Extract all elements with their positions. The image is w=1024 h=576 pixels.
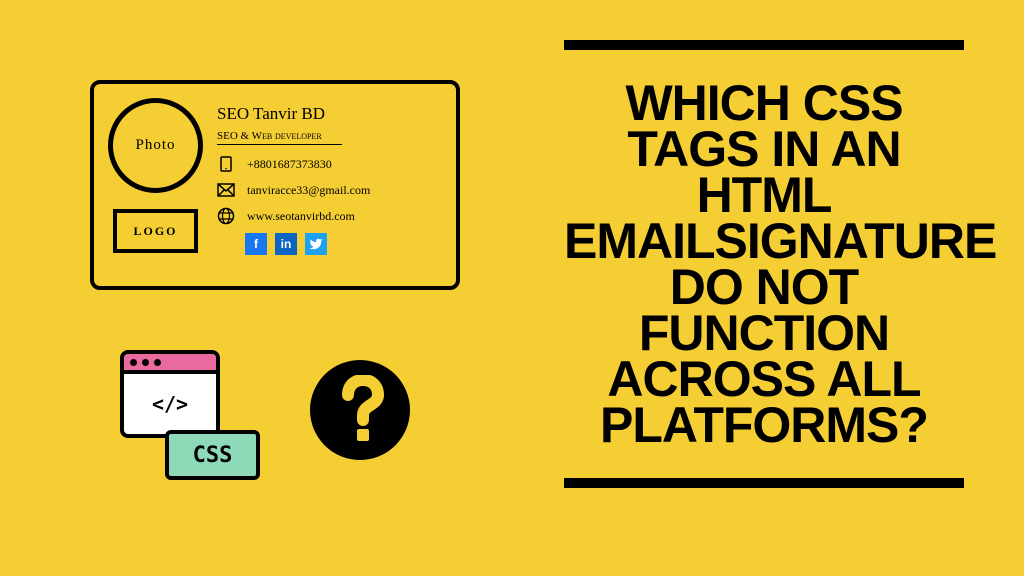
css-illustration: </> CSS [120,350,260,480]
card-right-column: SEO Tanvir BD SEO & Web developer +88016… [217,98,442,272]
photo-placeholder: Photo [108,98,203,193]
social-row: f in [245,233,442,255]
logo-label: LOGO [133,224,177,239]
window-dot-icon [130,359,137,366]
code-window: </> [120,350,220,438]
facebook-icon: f [245,233,267,255]
window-titlebar [124,354,216,374]
contact-role: SEO & Web developer [217,130,342,145]
globe-icon [217,207,235,225]
phone-icon [217,155,235,173]
email-text: tanviracce33@gmail.com [247,183,370,198]
website-text: www.seotanvirbd.com [247,209,355,224]
email-icon [217,181,235,199]
contact-name: SEO Tanvir BD [217,104,442,124]
window-dot-icon [154,359,161,366]
code-tag-label: </> [124,374,216,434]
window-dot-icon [142,359,149,366]
linkedin-icon: in [275,233,297,255]
card-left-column: Photo LOGO [108,98,203,272]
bottom-divider [564,478,964,488]
signature-card: Photo LOGO SEO Tanvir BD SEO & Web devel… [90,80,460,290]
website-row: www.seotanvirbd.com [217,207,442,225]
question-mark-icon [310,360,410,460]
twitter-icon [305,233,327,255]
phone-row: +8801687373830 [217,155,442,173]
headline-panel: WHICH CSS TAGS IN AN HTML EMAILSIGNATURE… [564,40,964,488]
logo-placeholder: LOGO [113,209,198,253]
css-tag-label: CSS [165,430,260,480]
phone-text: +8801687373830 [247,157,332,172]
top-divider [564,40,964,50]
headline-text: WHICH CSS TAGS IN AN HTML EMAILSIGNATURE… [564,80,964,448]
email-row: tanviracce33@gmail.com [217,181,442,199]
photo-label: Photo [135,137,175,154]
